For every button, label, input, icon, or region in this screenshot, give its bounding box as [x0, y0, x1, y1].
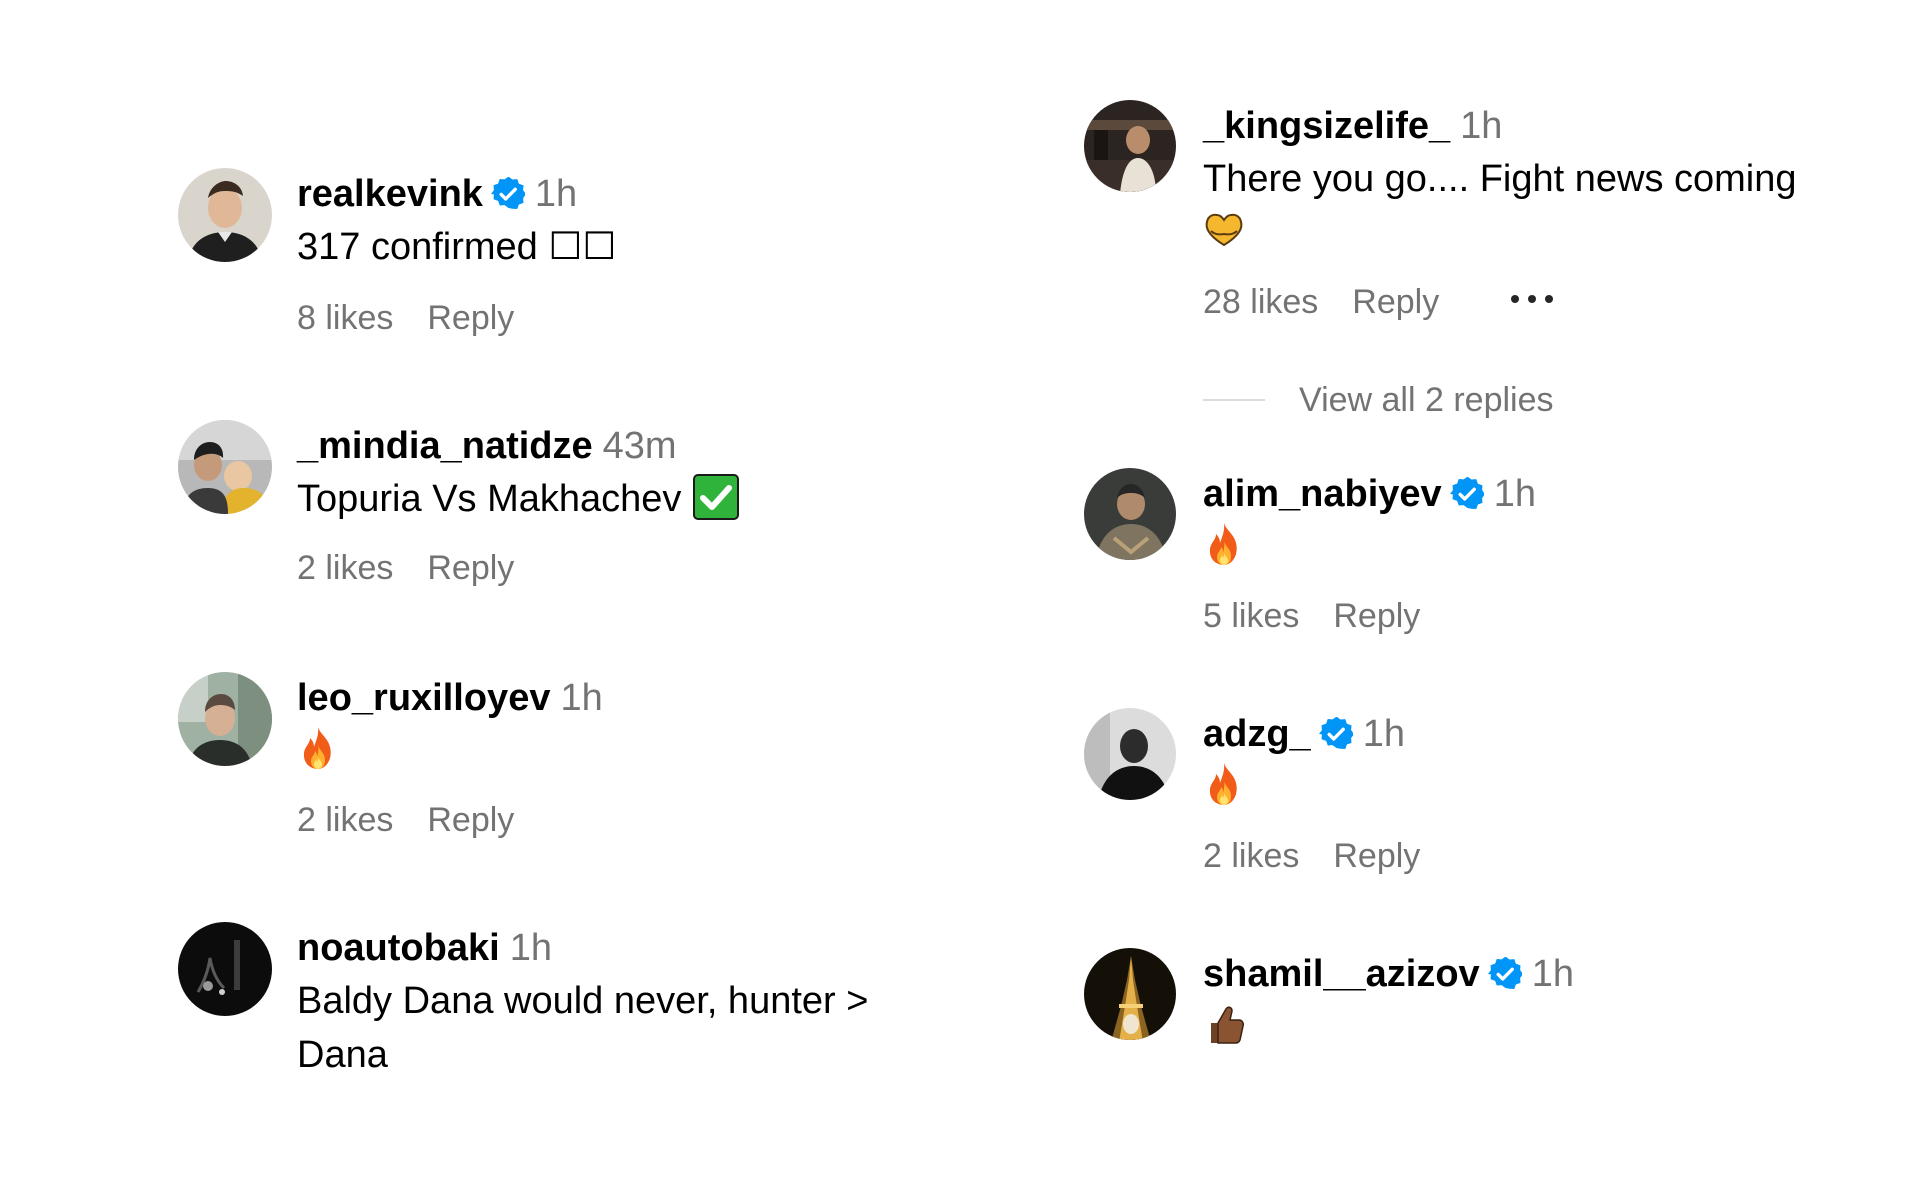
reply-button[interactable]: Reply	[1352, 283, 1439, 321]
comment-header: realkevink 1h	[297, 168, 1057, 220]
comment-text: Dana	[297, 1034, 388, 1076]
fighter-portrait-avatar[interactable]	[1084, 468, 1176, 560]
family-photo-avatar[interactable]	[178, 420, 272, 514]
reply-button[interactable]: Reply	[1333, 837, 1420, 875]
reply-button[interactable]: Reply	[427, 801, 514, 839]
bw-portrait-avatar[interactable]	[1084, 708, 1176, 800]
verified-badge-icon	[1319, 717, 1353, 751]
comment-header: adzg_ 1h	[1203, 708, 1920, 760]
username-link[interactable]: leo_ruxilloyev	[297, 677, 550, 719]
comment-time: 1h	[1362, 713, 1405, 755]
comment-actions: 2 likes Reply	[297, 800, 1057, 840]
comment-header: noautobaki 1h	[297, 922, 1057, 974]
check-mark-emoji	[693, 474, 740, 520]
comment-time: 1h	[1531, 953, 1574, 995]
likes-count[interactable]: 2 likes	[297, 801, 393, 839]
comment-body: noautobaki 1h Baldy Dana would never, hun…	[297, 922, 1057, 1082]
likes-count[interactable]: 28 likes	[1203, 283, 1318, 321]
comment-body: leo_ruxilloyev 1h 2 likes Reply	[297, 672, 1057, 840]
comment-body: realkevink 1h 317 confirmed ☐☐ 8 likes Rep…	[297, 168, 1057, 338]
reply-button[interactable]: Reply	[427, 299, 514, 337]
comment-body: alim_nabiyev 1h 5 likes Reply	[1203, 468, 1920, 636]
dark-photo-avatar[interactable]	[178, 922, 272, 1016]
username-link[interactable]: shamil__azizov	[1203, 953, 1480, 995]
comment-header: _kingsizelife_ 1h	[1203, 100, 1920, 152]
comment-text: There you go.... Fight news coming	[1203, 158, 1797, 200]
comment-body: _mindia_natidze 43m Topuria Vs Makhachev …	[297, 420, 1057, 588]
comment-time: 1h	[1493, 473, 1536, 515]
fire-emoji	[1203, 761, 1245, 807]
fire-emoji	[1203, 521, 1245, 567]
comment-text-row: Topuria Vs Makhachev	[297, 472, 1057, 526]
comment-text-row	[1203, 760, 1920, 814]
likes-count[interactable]: 8 likes	[297, 299, 393, 337]
comment-time: 1h	[534, 173, 578, 215]
comment-header: _mindia_natidze 43m	[297, 420, 1057, 472]
comment-text-row	[1203, 1000, 1920, 1054]
comment-body: shamil__azizov 1h	[1203, 948, 1920, 1054]
comment-actions: 2 likes Reply	[1203, 836, 1920, 876]
comment-text-row	[297, 724, 1057, 778]
thumbs-up-emoji	[1211, 1006, 1244, 1044]
comment-actions: 28 likes Reply	[1203, 282, 1920, 322]
eiffel-tower-avatar[interactable]	[1084, 948, 1176, 1040]
comment-header: shamil__azizov 1h	[1203, 948, 1920, 1000]
comments-page: realkevink 1h 317 confirmed ☐☐ 8 likes Rep…	[0, 0, 1920, 1200]
likes-count[interactable]: 2 likes	[297, 549, 393, 587]
username-link[interactable]: _kingsizelife_	[1203, 105, 1450, 147]
username-link[interactable]: alim_nabiyev	[1203, 473, 1442, 515]
outdoor-portrait-avatar[interactable]	[178, 672, 272, 766]
reply-button[interactable]: Reply	[1333, 597, 1420, 635]
comment-text-row	[1203, 520, 1920, 574]
comment-actions: 5 likes Reply	[1203, 596, 1920, 636]
heart-hands-emoji	[1205, 213, 1243, 247]
comment-text-row	[1203, 206, 1920, 260]
username-link[interactable]: noautobaki	[297, 927, 500, 969]
comment-header: alim_nabiyev 1h	[1203, 468, 1920, 520]
comment-header: leo_ruxilloyev 1h	[297, 672, 1057, 724]
more-options-icon[interactable]	[1509, 293, 1555, 305]
comment-time: 1h	[560, 677, 603, 719]
comment-text: Topuria Vs Makhachev	[297, 478, 682, 520]
verified-badge-icon	[1488, 957, 1522, 991]
username-link[interactable]: realkevink	[297, 173, 483, 215]
comment-actions: 2 likes Reply	[297, 548, 1057, 588]
verified-badge-icon	[1450, 477, 1484, 511]
likes-count[interactable]: 2 likes	[1203, 837, 1299, 875]
comment-body: _kingsizelife_ 1h There you go.... Fight …	[1203, 100, 1920, 322]
man-portrait-avatar[interactable]	[178, 168, 272, 262]
comment-body: adzg_ 1h 2 likes Reply	[1203, 708, 1920, 876]
comment-text: Baldy Dana would never, hunter >	[297, 980, 869, 1022]
studio-photo-avatar[interactable]	[1084, 100, 1176, 192]
username-link[interactable]: _mindia_natidze	[297, 425, 593, 467]
fire-emoji	[297, 725, 339, 771]
comment-time: 43m	[602, 425, 677, 467]
comment-time: 1h	[1460, 105, 1503, 147]
likes-count[interactable]: 5 likes	[1203, 597, 1299, 635]
view-replies-button[interactable]: View all 2 replies	[1203, 380, 1554, 420]
username-link[interactable]: adzg_	[1203, 713, 1311, 755]
comment-text: 317 confirmed ☐☐	[297, 226, 617, 268]
replies-divider	[1203, 399, 1265, 401]
reply-button[interactable]: Reply	[427, 549, 514, 587]
comment-time: 1h	[509, 927, 552, 969]
view-replies-label[interactable]: View all 2 replies	[1299, 381, 1554, 419]
verified-badge-icon	[491, 177, 525, 211]
comment-actions: 8 likes Reply	[297, 298, 1057, 338]
